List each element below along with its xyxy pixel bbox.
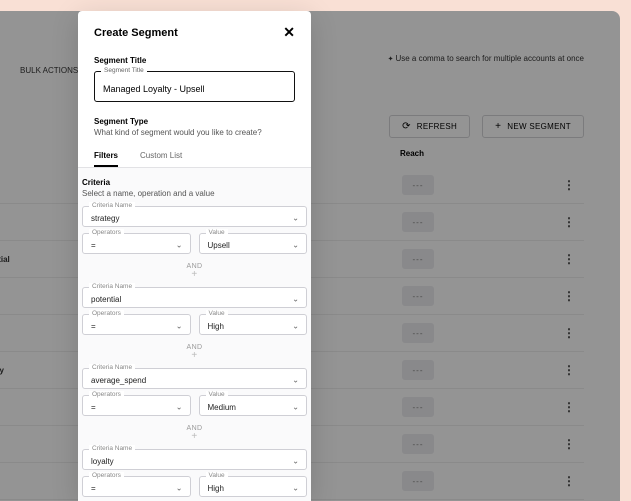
operator-select[interactable]: Operators=⌄: [82, 395, 191, 416]
row-name: ion: [0, 292, 90, 301]
row-reach: ---: [402, 360, 458, 380]
row-menu-icon[interactable]: ⋮: [554, 437, 584, 451]
tab-filters[interactable]: Filters: [94, 151, 118, 167]
tab-custom-list[interactable]: Custom List: [140, 151, 182, 167]
plus-icon: +: [495, 123, 501, 131]
row-menu-icon[interactable]: ⋮: [554, 252, 584, 266]
delete-criteria-icon[interactable]: 🗑: [310, 374, 311, 385]
and-connector: AND+: [82, 344, 307, 360]
segment-type-sub: What kind of segment would you like to c…: [94, 128, 295, 137]
chevron-down-icon: ⌄: [292, 240, 299, 249]
delete-criteria-icon[interactable]: 🗑: [310, 212, 311, 223]
new-label: NEW SEGMENT: [507, 122, 571, 131]
row-reach: ---: [402, 323, 458, 343]
refresh-label: REFRESH: [417, 122, 457, 131]
criteria-name-select[interactable]: Criteria Namestrategy⌄: [82, 206, 307, 227]
row-reach: ---: [402, 212, 458, 232]
new-segment-button[interactable]: + NEW SEGMENT: [482, 115, 584, 138]
segment-title-input[interactable]: [103, 84, 286, 94]
row-reach: ---: [402, 175, 458, 195]
chevron-down-icon: ⌄: [176, 321, 183, 330]
chevron-down-icon: ⌄: [176, 402, 183, 411]
close-icon[interactable]: ✕: [283, 24, 295, 41]
row-reach: ---: [402, 286, 458, 306]
operator-select[interactable]: Operators=⌄: [82, 314, 191, 335]
row-menu-icon[interactable]: ⋮: [554, 215, 584, 229]
criteria-name-select[interactable]: Criteria Nameaverage_spend⌄: [82, 368, 307, 389]
col-reach: Reach: [400, 149, 424, 158]
add-criteria-icon[interactable]: +: [82, 351, 307, 360]
criteria-name-select[interactable]: Criteria Namepotential⌄: [82, 287, 307, 308]
create-segment-modal: Create Segment ✕ Segment Title Segment T…: [78, 11, 311, 501]
row-reach: ---: [402, 397, 458, 417]
row-reach: ---: [402, 434, 458, 454]
criteria-sub: Select a name, operation and a value: [82, 189, 307, 198]
row-menu-icon[interactable]: ⋮: [554, 474, 584, 488]
chevron-down-icon: ⌄: [292, 213, 299, 222]
operator-select[interactable]: Operators=⌄: [82, 233, 191, 254]
row-menu-icon[interactable]: ⋮: [554, 289, 584, 303]
modal-title: Create Segment: [94, 27, 178, 39]
row-menu-icon[interactable]: ⋮: [554, 326, 584, 340]
chevron-down-icon: ⌄: [292, 375, 299, 384]
add-criteria-icon[interactable]: +: [82, 270, 307, 279]
and-connector: AND+: [82, 263, 307, 279]
refresh-icon: ⟳: [402, 123, 411, 131]
row-name: l: [0, 477, 90, 486]
value-select[interactable]: ValueMedium⌄: [199, 395, 308, 416]
row-name: nt: [0, 181, 90, 190]
segment-type-label: Segment Type: [94, 117, 295, 126]
and-connector: AND+: [82, 425, 307, 441]
row-menu-icon[interactable]: ⋮: [554, 400, 584, 414]
chevron-down-icon: ⌄: [292, 321, 299, 330]
criteria-label: Criteria: [82, 178, 307, 187]
field-floating-label: Segment Title: [101, 67, 147, 74]
chevron-down-icon: ⌄: [292, 402, 299, 411]
row-menu-icon[interactable]: ⋮: [554, 363, 584, 377]
value-select[interactable]: ValueHigh⌄: [199, 314, 308, 335]
row-name: Potential: [0, 255, 90, 264]
segment-title-field[interactable]: Segment Title: [94, 71, 295, 102]
segment-title-label: Segment Title: [94, 56, 295, 65]
refresh-button[interactable]: ⟳ REFRESH: [389, 115, 470, 138]
chevron-down-icon: ⌄: [292, 456, 299, 465]
bulk-prefix: BULK ACTIONS: [20, 66, 80, 75]
chevron-down-icon: ⌄: [292, 483, 299, 492]
delete-criteria-icon[interactable]: 🗑: [310, 293, 311, 304]
chevron-down-icon: ⌄: [176, 240, 183, 249]
value-select[interactable]: ValueHigh⌄: [199, 476, 308, 497]
add-criteria-icon[interactable]: +: [82, 432, 307, 441]
chevron-down-icon: ⌄: [292, 294, 299, 303]
row-name: Loyalty: [0, 366, 90, 375]
row-reach: ---: [402, 249, 458, 269]
row-reach: ---: [402, 471, 458, 491]
row-menu-icon[interactable]: ⋮: [554, 178, 584, 192]
delete-criteria-icon[interactable]: 🗑: [310, 455, 311, 466]
search-hint: Use a comma to search for multiple accou…: [388, 54, 584, 63]
operator-select[interactable]: Operators=⌄: [82, 476, 191, 497]
value-select[interactable]: ValueUpsell⌄: [199, 233, 308, 254]
criteria-name-select[interactable]: Criteria Nameloyalty⌄: [82, 449, 307, 470]
chevron-down-icon: ⌄: [176, 483, 183, 492]
